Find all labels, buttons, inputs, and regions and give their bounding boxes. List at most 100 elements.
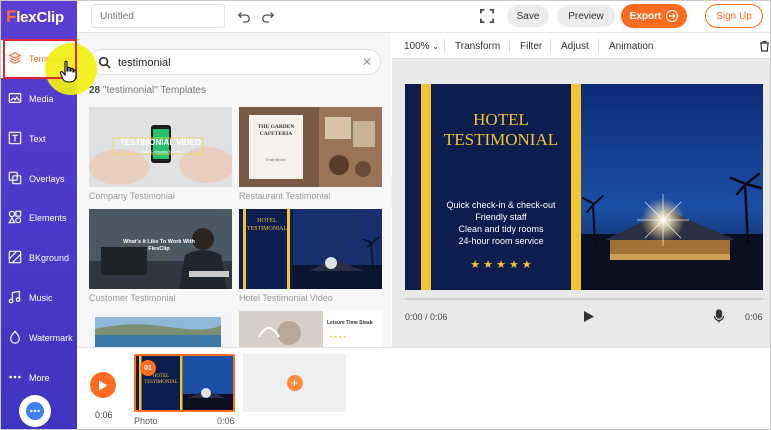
elements-icon bbox=[8, 210, 22, 224]
feature-line: Friendly staff bbox=[475, 212, 527, 222]
sidebar-item-more[interactable]: More bbox=[1, 359, 77, 397]
current-time: 0:00 / 0:06 bbox=[405, 312, 448, 322]
sidebar-item-label: Watermark bbox=[29, 333, 73, 343]
chat-icon bbox=[26, 402, 44, 420]
animation-button[interactable]: Animation bbox=[609, 41, 653, 52]
search-icon bbox=[98, 56, 111, 69]
sidebar-item-label: Media bbox=[29, 94, 54, 104]
results-count: 28 "testimonial" Templates bbox=[89, 85, 206, 96]
template-thumbnail-beach[interactable] bbox=[89, 311, 232, 347]
music-icon bbox=[8, 290, 21, 304]
svg-text:★ ★ ★ ★: ★ ★ ★ ★ bbox=[329, 334, 347, 339]
flexclip-editor: FlexClip Templates Media Text Overlays E… bbox=[0, 0, 771, 430]
sidebar-item-bkground[interactable]: BKground bbox=[1, 239, 77, 277]
template-thumbnail-customer[interactable]: What's it Like To Work With FlexClip bbox=[89, 209, 232, 289]
background-icon bbox=[8, 250, 22, 264]
sidebar-item-label: Text bbox=[29, 134, 46, 144]
project-title-input[interactable] bbox=[91, 4, 225, 28]
overlays-icon bbox=[8, 171, 22, 185]
fullscreen-icon[interactable] bbox=[480, 9, 494, 23]
chevron-down-icon: ⌄ bbox=[432, 42, 440, 51]
canvas-title-line1: HOTEL bbox=[473, 110, 529, 129]
toolbar-divider bbox=[509, 39, 510, 53]
chat-button[interactable] bbox=[19, 395, 51, 427]
rating-stars: ★ ★ ★ ★ ★ bbox=[470, 259, 532, 271]
toolbar-divider bbox=[550, 39, 551, 53]
sidebar-item-label: BKground bbox=[29, 253, 70, 263]
feature-line: Quick check-in & check-out bbox=[446, 200, 556, 210]
canvas-features: Quick check-in & check-out Friendly staf… bbox=[431, 199, 571, 247]
preview-area: 100% ⌄ Transform Filter Adjust Animation bbox=[392, 33, 770, 347]
timeline: 0:06 01 HOTEL TESTIMONIAL Photo 0:06 + bbox=[77, 347, 770, 429]
text-icon bbox=[8, 131, 22, 145]
add-clip-button[interactable]: + bbox=[243, 354, 346, 412]
template-thumbnail-restaurant[interactable]: THE GARDEN CAFETERIA Emily Brown bbox=[239, 107, 382, 187]
clear-search-icon[interactable]: ✕ bbox=[362, 55, 372, 69]
play-icon[interactable] bbox=[583, 310, 595, 323]
transform-button[interactable]: Transform bbox=[455, 41, 500, 52]
sidebar-item-label: More bbox=[29, 373, 50, 383]
export-button[interactable]: Export bbox=[621, 4, 687, 28]
sidebar-item-music[interactable]: Music bbox=[1, 279, 77, 317]
sidebar-item-overlays[interactable]: Overlays bbox=[1, 160, 77, 198]
thumbnail-title: THE GARDEN CAFETERIA bbox=[257, 124, 295, 137]
results-count-text: "testimonial" Templates bbox=[100, 85, 206, 96]
timeline-play-button[interactable] bbox=[90, 372, 116, 398]
clip-number-badge: 01 bbox=[140, 360, 156, 376]
thumbnail-title: What's it Like To Work With FlexClip bbox=[123, 239, 195, 252]
folder-image-icon bbox=[8, 93, 22, 103]
thumbnail-subtitle: Your Company Name bbox=[141, 149, 180, 154]
total-time: 0:06 bbox=[745, 312, 763, 322]
timeline-clip[interactable]: 01 HOTEL TESTIMONIAL bbox=[134, 354, 235, 412]
template-thumbnail-steak[interactable]: ★ ★ ★ ★ Leisure Time Steak bbox=[239, 311, 382, 347]
sidebar-item-elements[interactable]: Elements bbox=[1, 199, 77, 237]
sidebar-item-label: Music bbox=[29, 293, 53, 303]
watermark-icon bbox=[10, 330, 20, 344]
logo[interactable]: FlexClip bbox=[6, 7, 64, 27]
plus-icon: + bbox=[286, 375, 303, 391]
zoom-value: 100% bbox=[404, 41, 430, 52]
sidebar-item-text[interactable]: Text bbox=[1, 120, 77, 158]
redo-icon[interactable] bbox=[261, 9, 275, 23]
template-search[interactable]: ✕ bbox=[89, 49, 381, 75]
more-icon bbox=[9, 375, 21, 379]
sidebar-item-label: Elements bbox=[29, 213, 67, 223]
clip-type-label: Photo bbox=[134, 416, 158, 426]
sidebar-item-label: Overlays bbox=[29, 174, 65, 184]
toolbar-divider bbox=[444, 39, 445, 53]
video-canvas[interactable]: HOTEL TESTIMONIAL Quick check-in & check… bbox=[405, 84, 763, 290]
undo-icon[interactable] bbox=[237, 9, 251, 23]
canvas-title-line2: TESTIMONIAL bbox=[443, 130, 559, 149]
thumbnail-title: Leisure Time Steak bbox=[327, 320, 373, 326]
play-icon bbox=[99, 380, 108, 390]
playback-progress[interactable] bbox=[405, 298, 763, 300]
feature-line: Clean and tidy rooms bbox=[458, 224, 544, 234]
export-label: Export bbox=[629, 10, 662, 22]
logo-letter: F bbox=[6, 7, 17, 26]
trash-icon[interactable] bbox=[759, 40, 770, 52]
template-caption: Restaurant Testimonial bbox=[239, 191, 331, 201]
filter-button[interactable]: Filter bbox=[520, 41, 542, 52]
sign-up-button[interactable]: Sign Up bbox=[705, 4, 763, 28]
feature-line: 24-hour room service bbox=[458, 236, 544, 246]
logo-text: lexClip bbox=[16, 8, 64, 26]
preview-button[interactable]: Preview bbox=[557, 5, 615, 27]
thumbnail-title: TESTIMONIAL VIDEO bbox=[119, 138, 202, 147]
template-thumbnail-company[interactable]: TESTIMONIAL VIDEO Your Company Name bbox=[89, 107, 232, 187]
save-button[interactable]: Save bbox=[507, 5, 549, 27]
template-caption: Company Testimonial bbox=[89, 191, 175, 201]
search-input[interactable] bbox=[118, 54, 358, 72]
template-thumbnail-hotel[interactable]: HOTEL TESTIMONIAL bbox=[239, 209, 382, 289]
clip-duration: 0:06 bbox=[217, 416, 235, 426]
editor-toolbar: 100% ⌄ Transform Filter Adjust Animation bbox=[392, 33, 770, 59]
sidebar-item-watermark[interactable]: Watermark bbox=[1, 319, 77, 357]
zoom-dropdown[interactable]: 100% ⌄ bbox=[404, 41, 439, 52]
adjust-button[interactable]: Adjust bbox=[561, 41, 589, 52]
clip-title-line2: TESTIMONIAL bbox=[144, 380, 178, 385]
templates-panel: ✕ 28 "testimonial" Templates TESTIMONIAL… bbox=[77, 33, 391, 347]
microphone-icon[interactable] bbox=[713, 309, 725, 323]
timeline-duration: 0:06 bbox=[95, 410, 113, 420]
template-caption: Hotel Testimonial Video bbox=[239, 293, 333, 303]
template-caption: Customer Testimonial bbox=[89, 293, 176, 303]
hand-cursor-icon bbox=[59, 60, 77, 83]
